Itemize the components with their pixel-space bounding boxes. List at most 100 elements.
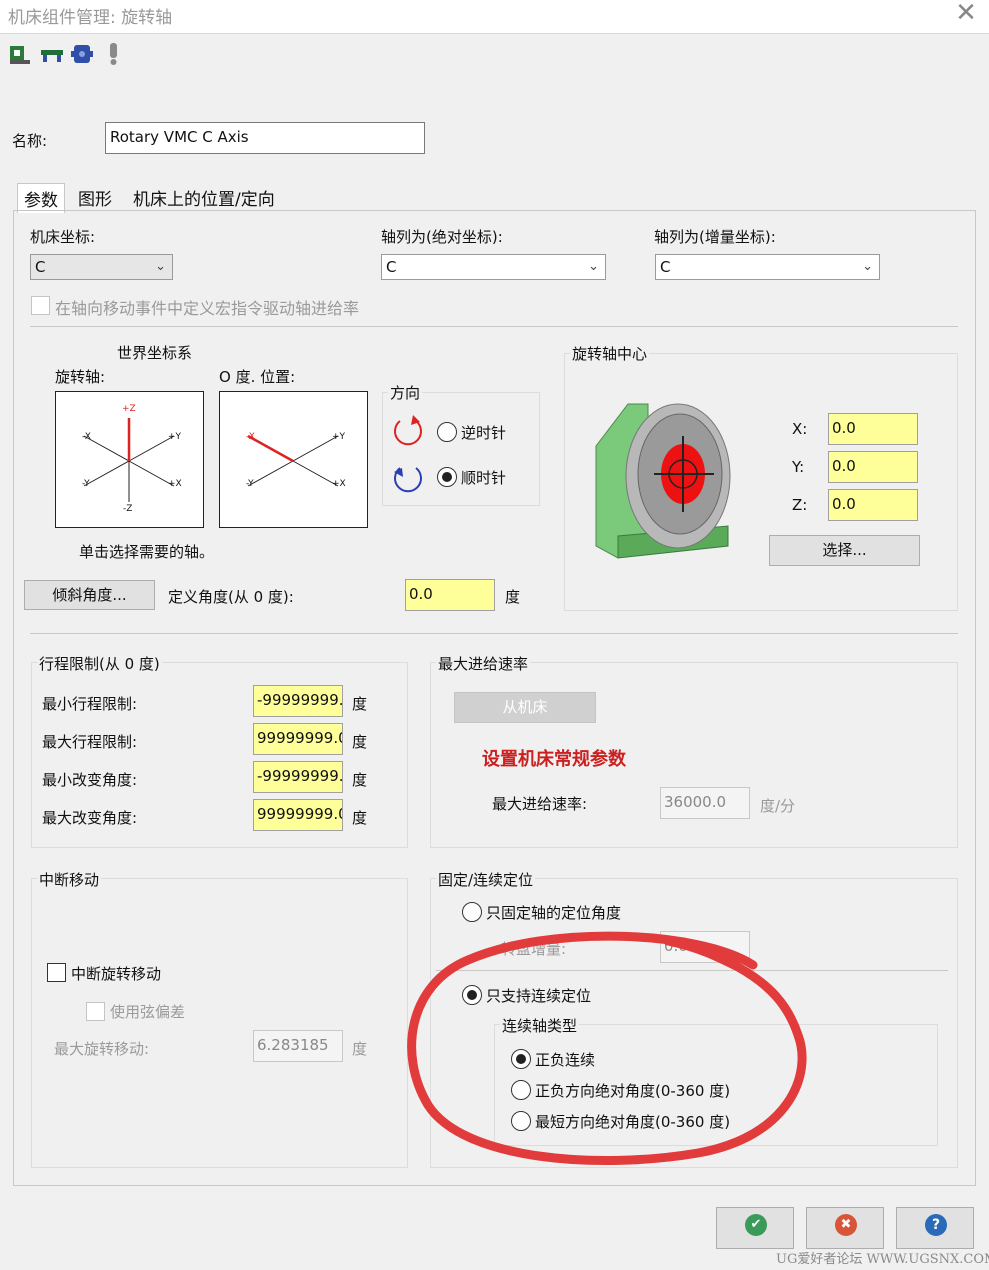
axis-label-nx: -X [82,432,91,442]
axis-label-px: +X [168,479,182,489]
select-center-button[interactable]: 选择... [769,535,920,566]
axis-label-py: +Y [332,432,346,442]
chord-deviation-label: 使用弦偏差 [110,1003,186,1021]
axis-inc-label: 轴列为(增量坐标): [654,228,776,246]
max-change-label: 最大改变角度: [42,809,138,827]
from-machine-button[interactable]: 从机床 [454,692,596,723]
help-icon: ? [925,1214,947,1236]
direction-title: 方向 [388,382,423,403]
machine-component-icon[interactable] [8,42,32,66]
help-button[interactable]: ? [896,1207,974,1249]
max-travel-input[interactable]: 99999999.0 [253,723,343,755]
macro-feed-checkbox[interactable] [31,296,50,315]
cancel-button[interactable]: ✖ [806,1207,884,1249]
select-axis-hint: 单击选择需要的轴。 [79,543,215,561]
axis-label-pz: +Z [122,404,136,414]
chevron-down-icon: ⌄ [155,259,166,274]
define-angle-input[interactable]: 0.0 [405,579,495,611]
feed-rate-input[interactable]: 36000.0 [660,787,750,819]
positioning-title: 固定/连续定位 [436,869,536,890]
max-rotation-input[interactable]: 6.283185 [253,1030,343,1062]
max-rotation-unit: 度 [352,1040,368,1058]
rotation-axis-selector[interactable]: +Z -Z +Y -X +X -Y [55,391,204,528]
machine-coord-select[interactable]: C ⌄ [30,254,173,280]
axis-abs-value: C [386,258,397,276]
axis-label-px: +X [332,479,346,489]
shortest-absolute-label: 最短方向绝对角度(0-360 度) [535,1113,731,1131]
watermark: UG爱好者论坛 WWW.UGSNX.COM [776,1252,989,1267]
turntable-increment-label: 转盘增量: [501,940,567,958]
separator [30,326,958,327]
zero-position-label: O 度. 位置: [219,368,296,386]
rotary-table-icon[interactable] [70,42,94,66]
center-y-input[interactable]: 0.0 [828,451,918,483]
continuous-type-title: 连续轴类型 [500,1015,580,1036]
max-feed-title: 最大进给速率 [436,653,531,674]
annotation-text: 设置机床常规参数 [482,749,626,770]
continuous-positioning-label: 只支持连续定位 [486,987,592,1005]
axis-label-py: +Y [168,432,182,442]
tilt-angle-button[interactable]: 倾斜角度... [24,580,155,610]
min-travel-label: 最小行程限制: [42,695,138,713]
separator [436,970,948,971]
feed-rate-unit: 度/分 [760,797,796,815]
interrupt-group [31,878,408,1168]
rail-icon[interactable] [40,42,64,66]
cw-label: 顺时针 [461,469,507,487]
world-coord-title: 世界坐标系 [117,344,193,362]
warning-icon[interactable] [102,42,126,66]
chord-deviation-checkbox[interactable] [86,1002,105,1021]
signed-continuous-radio[interactable] [511,1049,531,1069]
ccw-arrow-icon [390,413,426,449]
axis-label-nz: -Z [123,504,133,514]
axis-abs-select[interactable]: C ⌄ [381,254,606,280]
interrupt-rotation-label: 中断旋转移动 [71,965,162,983]
axis-abs-label: 轴列为(绝对坐标): [381,228,503,246]
separator [30,633,958,634]
max-change-input[interactable]: 99999999.0 [253,799,343,831]
rotary-center-title: 旋转轴中心 [570,343,650,364]
close-icon[interactable]: ✕ [952,0,980,28]
chevron-down-icon: ⌄ [588,259,599,274]
ccw-label: 逆时针 [461,424,507,442]
zero-position-selector[interactable]: -X +Y -Y +X [219,391,368,528]
define-angle-unit: 度 [505,588,521,606]
title-bar: 机床组件管理: 旋转轴 ✕ [0,0,989,34]
fixed-positioning-label: 只固定轴的定位角度 [486,904,622,922]
machine-coord-label: 机床坐标: [30,228,96,246]
min-change-input[interactable]: -99999999. [253,761,343,793]
name-input[interactable]: Rotary VMC C Axis [105,122,425,154]
fixed-positioning-radio[interactable] [462,902,482,922]
axis-inc-select[interactable]: C ⌄ [655,254,880,280]
turntable-increment-input[interactable]: 0.0 [660,931,750,963]
tab-parameters[interactable]: 参数 [17,183,65,213]
cw-radio[interactable] [437,467,457,487]
cancel-icon: ✖ [835,1214,857,1236]
define-angle-label: 定义角度(从 0 度): [168,588,294,606]
signed-absolute-label: 正负方向绝对角度(0-360 度) [535,1082,731,1100]
macro-feed-label: 在轴向移动事件中定义宏指令驱动轴进给率 [55,299,360,318]
continuous-positioning-radio[interactable] [462,985,482,1005]
min-change-unit: 度 [352,771,368,789]
machine-coord-value: C [35,258,46,276]
rotary-table-image [588,396,738,564]
feed-rate-label: 最大进给速率: [492,795,588,813]
name-label: 名称: [12,132,48,150]
center-x-label: X: [792,420,808,438]
window-title: 机床组件管理: 旋转轴 [8,8,173,28]
axis-inc-value: C [660,258,671,276]
tab-graphics[interactable]: 图形 [72,183,118,212]
chevron-down-icon: ⌄ [862,259,873,274]
interrupt-rotation-checkbox[interactable] [47,963,66,982]
signed-absolute-radio[interactable] [511,1080,531,1100]
tab-position-orientation[interactable]: 机床上的位置/定向 [127,183,281,212]
center-x-input[interactable]: 0.0 [828,413,918,445]
min-travel-input[interactable]: -99999999. [253,685,343,717]
center-z-input[interactable]: 0.0 [828,489,918,521]
ok-button[interactable]: ✔ [716,1207,794,1249]
center-y-label: Y: [792,458,805,476]
cw-arrow-icon [390,458,426,494]
shortest-absolute-radio[interactable] [511,1111,531,1131]
ccw-radio[interactable] [437,422,457,442]
max-travel-unit: 度 [352,733,368,751]
